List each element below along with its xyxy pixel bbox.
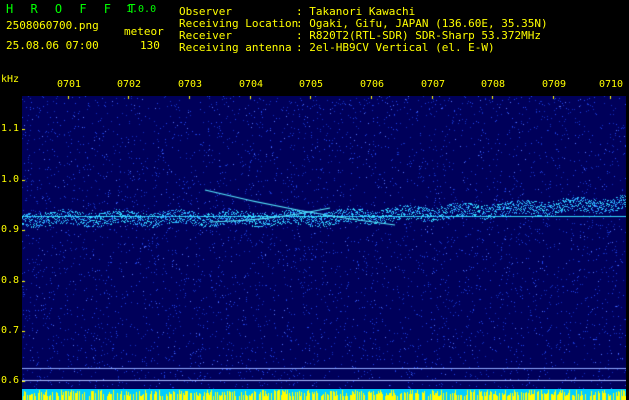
signal-level-bar <box>22 389 626 400</box>
antenna-value: : 2el-HB9CV Vertical (el. E-W) <box>296 41 495 54</box>
app-version: 1.0.0 <box>126 4 157 15</box>
time-tick-label: 0702 <box>117 79 142 90</box>
spectrogram-canvas <box>22 96 626 389</box>
detection-type-label: meteor <box>124 25 164 38</box>
time-tick-label: 0708 <box>481 79 506 90</box>
frequency-unit-label: kHz <box>1 74 20 85</box>
time-tick-label: 0704 <box>239 79 264 90</box>
frequency-tick-label: 0.6 <box>1 375 20 386</box>
app-brand: H R O F F T <box>6 2 141 16</box>
frequency-tick-label: 0.9 <box>1 224 20 235</box>
time-tick-label: 0701 <box>57 79 82 90</box>
image-datetime: 25.08.06 07:00 <box>6 39 99 52</box>
frequency-tick-label: 1.0 <box>1 174 20 185</box>
image-filename: 2508060700.png <box>6 19 99 32</box>
antenna-label: Receiving antenna <box>179 41 292 54</box>
frequency-tick-label: 1.1 <box>1 123 20 134</box>
frequency-tick-label: 0.8 <box>1 275 20 286</box>
time-tick-label: 0710 <box>599 79 624 90</box>
time-tick-label: 0703 <box>178 79 203 90</box>
time-tick-label: 0709 <box>542 79 567 90</box>
time-tick-label: 0707 <box>421 79 446 90</box>
time-tick-label: 0706 <box>360 79 385 90</box>
frequency-tick-label: 0.7 <box>1 325 20 336</box>
detection-count: 130 <box>140 39 160 52</box>
time-tick-label: 0705 <box>299 79 324 90</box>
